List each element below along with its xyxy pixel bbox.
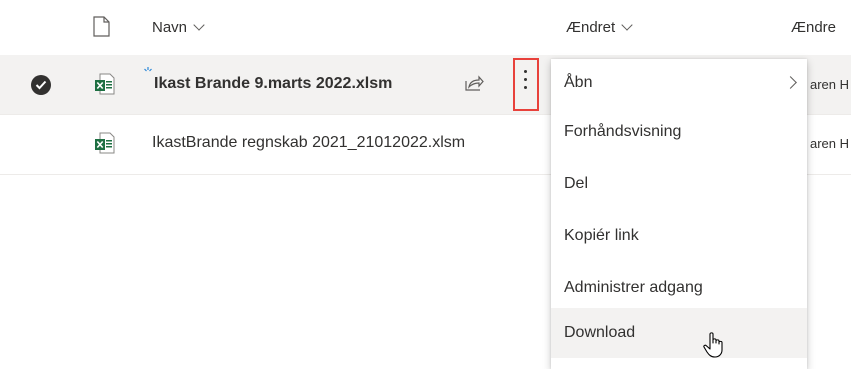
menu-item-share[interactable]: Del: [551, 160, 807, 208]
menu-item-label: Download: [564, 324, 636, 341]
menu-item-download[interactable]: Download: [551, 308, 807, 358]
menu-item-manage-access[interactable]: Administrer adgang: [551, 264, 807, 312]
chevron-down-icon: [621, 19, 633, 31]
menu-item-copy-link[interactable]: Kopiér link: [551, 212, 807, 260]
menu-item-label: Kopiér link: [564, 227, 639, 244]
more-options-icon[interactable]: [524, 70, 527, 94]
new-item-icon: [143, 63, 153, 81]
file-name[interactable]: IkastBrande regnskab 2021_21012022.xlsm: [152, 134, 465, 152]
modified-by-column-label: Ændre: [791, 19, 837, 36]
chevron-right-icon: [784, 76, 797, 89]
chevron-down-icon: [193, 19, 205, 31]
name-column-label: Navn: [152, 19, 188, 36]
file-type-icon[interactable]: [93, 16, 110, 42]
file-name[interactable]: Ikast Brande 9.marts 2022.xlsm: [154, 75, 392, 93]
modified-by-value: aren H: [810, 77, 850, 92]
menu-item-label: Del: [564, 175, 589, 192]
modified-column-header[interactable]: Ændret: [566, 19, 633, 36]
share-icon[interactable]: [464, 74, 484, 97]
excel-file-icon: [94, 73, 115, 95]
checkmark-icon[interactable]: [31, 75, 51, 95]
name-column-header[interactable]: Navn: [152, 19, 205, 36]
modified-by-column-header[interactable]: Ændre: [791, 19, 836, 36]
menu-item-label: Administrer adgang: [564, 279, 703, 296]
menu-item-open[interactable]: Åbn: [551, 59, 807, 107]
list-header: Navn Ændret Ændre: [0, 0, 851, 54]
menu-item-preview[interactable]: Forhåndsvisning: [551, 108, 807, 156]
modified-by-value: aren H: [810, 136, 850, 151]
context-menu: Åbn Forhåndsvisning Del Kopiér link Admi…: [551, 59, 807, 369]
modified-column-label: Ændret: [566, 19, 616, 36]
menu-item-label: Åbn: [564, 74, 593, 91]
excel-file-icon: [94, 132, 115, 154]
menu-item-label: Forhåndsvisning: [564, 123, 682, 140]
hand-cursor-icon: [703, 331, 727, 364]
